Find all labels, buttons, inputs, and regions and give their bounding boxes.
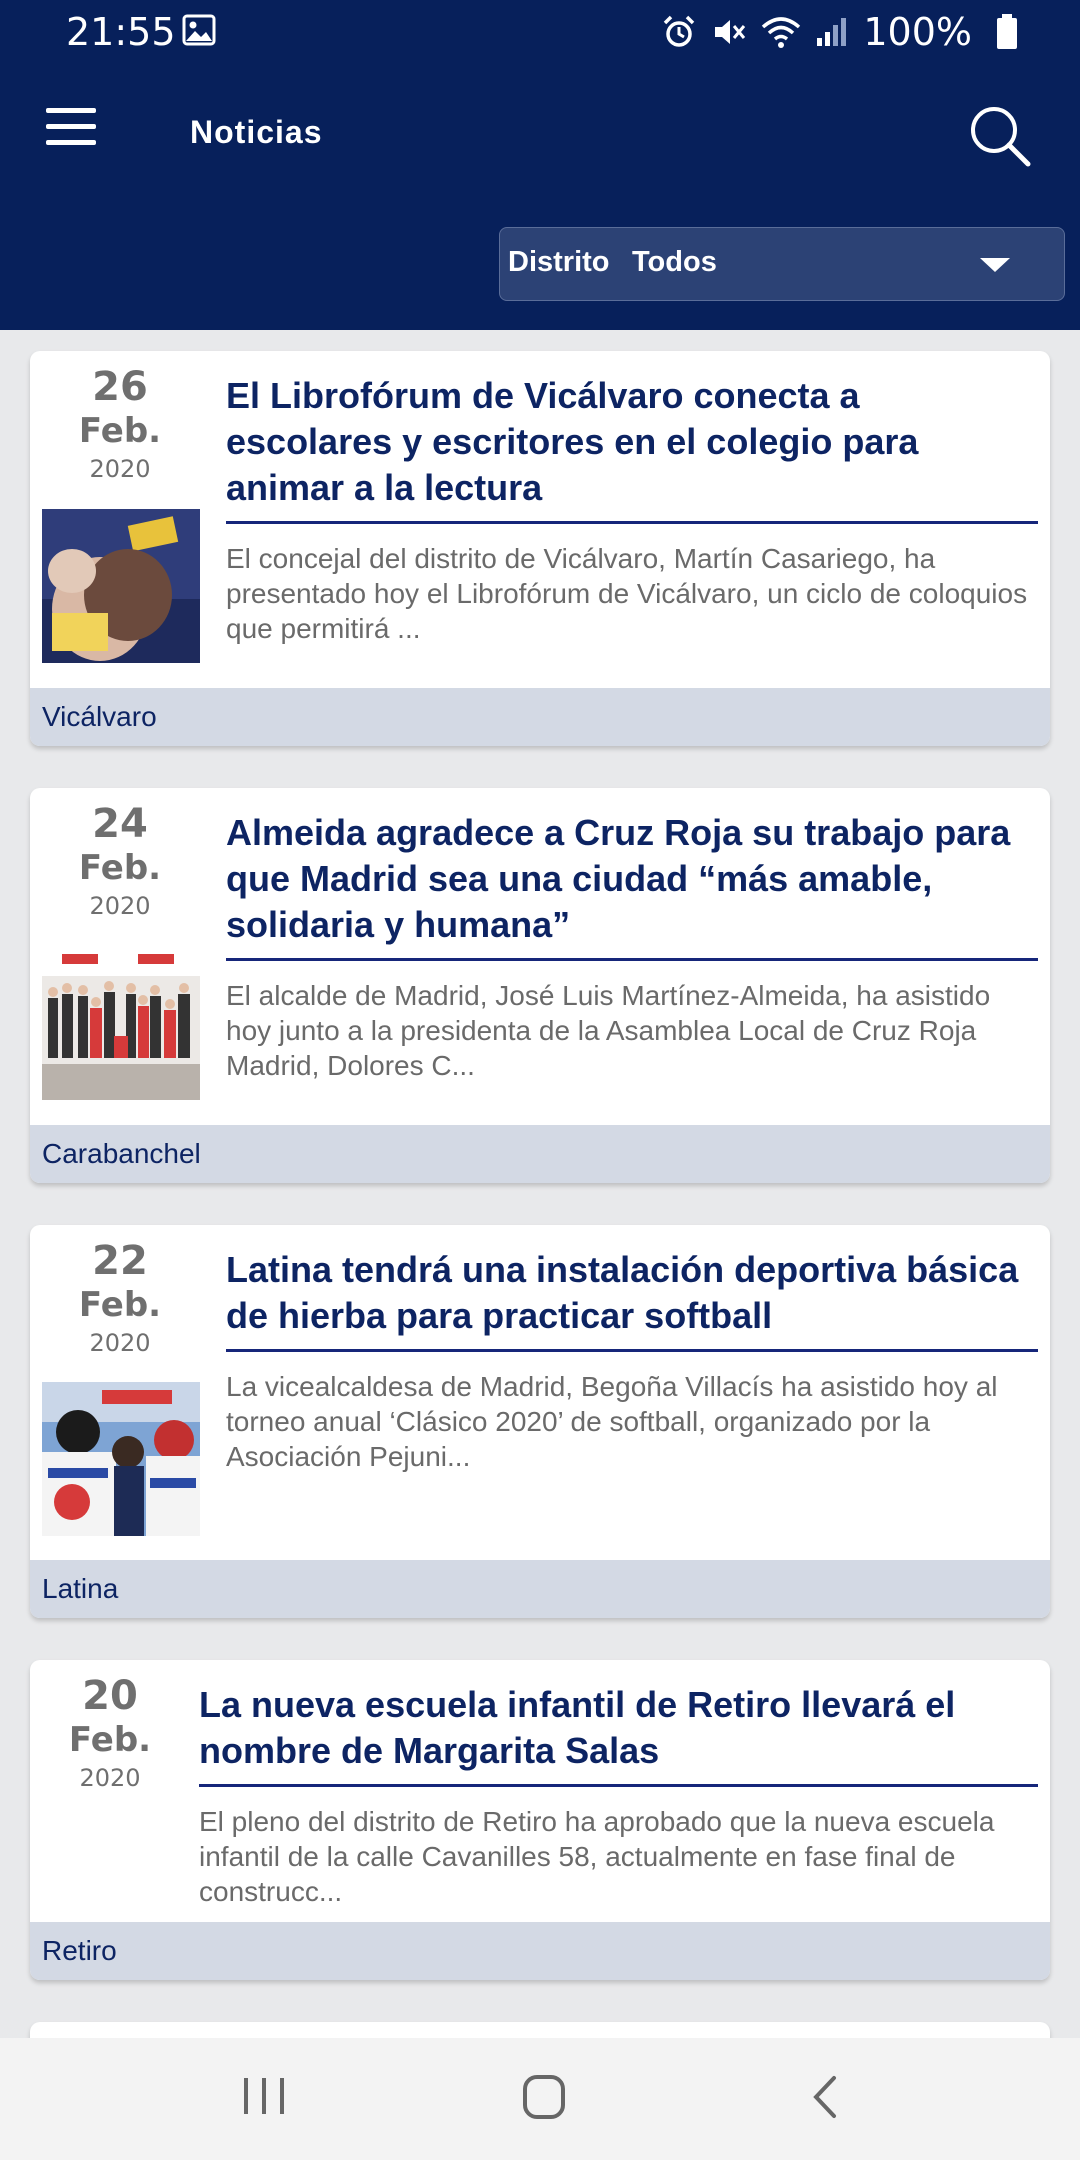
news-title[interactable]: Almeida agradece a Cruz Roja su trabajo … [226,810,1026,948]
news-day: 22 [92,1238,148,1284]
news-date: 22 Feb. 2020 [40,1239,200,1359]
news-month: Feb. [68,1720,152,1760]
alarm-icon [664,15,695,47]
news-title[interactable]: La nueva escuela infantil de Retiro llev… [199,1682,1029,1774]
hamburger-menu-icon[interactable] [46,108,98,146]
news-card[interactable]: 26 Feb. 2020 El Librofórum de Vicálvaro … [30,351,1050,746]
app-header: 21:55 100% Noticias Distrito Todos [0,0,1080,330]
news-district: Latina [30,1560,1050,1618]
news-year: 2020 [89,1329,151,1357]
district-filter-value: Todos [632,246,717,278]
caret-down-icon [980,258,1010,272]
news-summary: El concejal del distrito de Vicálvaro, M… [226,543,1028,644]
page-title: Noticias [190,114,323,150]
image-icon [182,14,216,50]
news-district: Carabanchel [30,1125,1050,1183]
title-divider [199,1784,1038,1787]
status-bar: 21:55 100% [0,0,1080,64]
wifi-icon [762,17,801,48]
news-year: 2020 [79,1764,141,1792]
title-divider [226,958,1038,961]
battery-icon [997,14,1017,49]
news-summary: El pleno del distrito de Retiro ha aprob… [199,1806,995,1907]
news-day: 26 [92,364,148,410]
news-title[interactable]: Latina tendrá una instalación deportiva … [226,1247,1026,1339]
signal-icon [817,18,847,46]
news-year: 2020 [89,455,151,483]
news-card[interactable]: 22 Feb. 2020 Latina tendrá una instalaci… [30,1225,1050,1618]
news-date: 24 Feb. 2020 [40,802,200,922]
news-summary: El alcalde de Madrid, José Luis Martínez… [226,980,991,1081]
news-date: 20 Feb. 2020 [30,1674,190,1794]
news-title[interactable]: El Librofórum de Vicálvaro conecta a esc… [226,373,1026,511]
title-divider [226,1349,1038,1352]
mute-icon [715,20,746,44]
status-icons: 100% [647,10,1018,54]
district-filter-dropdown[interactable]: Distrito Todos [499,227,1065,301]
news-month: Feb. [78,848,162,888]
news-thumbnail [42,1382,200,1536]
news-district: Vicálvaro [30,688,1050,746]
news-card[interactable]: 24 Feb. 2020 Almeida agradece a Cruz Roj… [30,788,1050,1183]
title-divider [226,521,1038,524]
back-icon[interactable] [810,2074,840,2124]
search-icon[interactable] [968,104,1032,172]
news-thumbnail [42,946,200,1100]
news-thumbnail [42,509,200,663]
news-month: Feb. [78,411,162,451]
home-icon[interactable] [522,2074,566,2124]
news-card[interactable]: 20 Feb. 2020 La nueva escuela infantil d… [30,1660,1050,1980]
news-month: Feb. [78,1285,162,1325]
news-date: 26 Feb. 2020 [40,365,200,485]
news-district: Retiro [30,1922,1050,1980]
news-year: 2020 [89,892,151,920]
news-day: 20 [82,1673,138,1719]
district-filter-label: Distrito [508,246,610,278]
recent-apps-icon[interactable] [242,2074,286,2122]
system-nav-bar [0,2038,1080,2160]
app-bar: Noticias [0,64,1080,208]
status-time: 21:55 [66,10,176,54]
news-day: 24 [92,801,148,847]
news-summary: La vicealcaldesa de Madrid, Begoña Villa… [226,1371,998,1472]
battery-percent: 100% [863,10,972,54]
